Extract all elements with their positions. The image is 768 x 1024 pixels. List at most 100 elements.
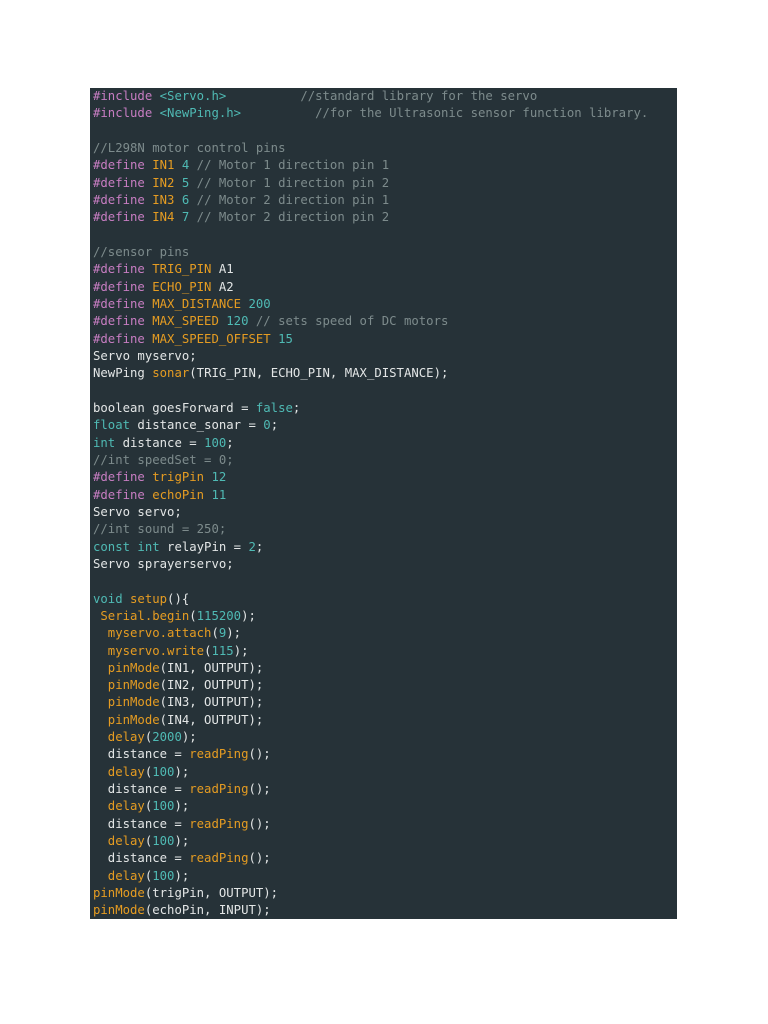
code-line: distance = readPing(); bbox=[93, 781, 677, 798]
code-token: (); bbox=[248, 782, 271, 797]
code-token: pinMode bbox=[93, 695, 160, 710]
code-line: myservo.write(115); bbox=[93, 643, 677, 660]
code-line: pinMode(echoPin, INPUT); bbox=[93, 902, 677, 919]
code-token: #define bbox=[93, 192, 153, 207]
code-token: //L298N motor control pins bbox=[93, 140, 286, 155]
code-line: #define IN1 4 // Motor 1 direction pin 1 bbox=[93, 157, 677, 174]
code-line: //L298N motor control pins bbox=[93, 140, 677, 157]
code-token: ); bbox=[174, 764, 190, 779]
code-token: (IN2, OUTPUT); bbox=[159, 678, 264, 693]
code-line: distance = readPing(); bbox=[93, 746, 677, 763]
code-token: 7 bbox=[174, 210, 190, 225]
code-token: pinMode bbox=[93, 678, 160, 693]
code-token: distance = bbox=[93, 747, 190, 762]
code-token: #define bbox=[93, 331, 153, 346]
code-token: //standard library for the servo bbox=[300, 89, 538, 103]
code-token: IN2 bbox=[152, 175, 175, 190]
code-token: 11 bbox=[204, 487, 227, 502]
code-token: //int speedSet = 0; bbox=[93, 452, 234, 467]
code-line: void setup(){ bbox=[93, 591, 677, 608]
code-token: 100 bbox=[152, 799, 175, 814]
code-token: readPing bbox=[189, 782, 249, 797]
code-token: ; bbox=[226, 435, 234, 450]
code-token: 115 bbox=[211, 643, 234, 658]
code-token: // sets speed of DC motors bbox=[248, 314, 449, 329]
code-line: distance = readPing(); bbox=[93, 850, 677, 867]
code-line: distance = readPing(); bbox=[93, 816, 677, 833]
code-line: const int relayPin = 2; bbox=[93, 539, 677, 556]
code-token: 15 bbox=[270, 331, 293, 346]
code-token: // Motor 2 direction pin 1 bbox=[189, 192, 390, 207]
code-line: //sensor pins bbox=[93, 244, 677, 261]
code-line: #define trigPin 12 bbox=[93, 469, 677, 486]
code-line: #define echoPin 11 bbox=[93, 487, 677, 504]
code-token: float bbox=[93, 418, 131, 433]
code-line: myservo.attach(9); bbox=[93, 625, 677, 642]
code-token: #define bbox=[93, 158, 153, 173]
code-token: 2 bbox=[248, 539, 256, 554]
code-line: #define ECHO_PIN A2 bbox=[93, 279, 677, 296]
code-token: ( bbox=[189, 608, 197, 623]
code-token: #define bbox=[93, 487, 153, 502]
code-token: #define bbox=[93, 296, 153, 311]
code-line: Servo myservo; bbox=[93, 348, 677, 365]
code-token: ); bbox=[241, 608, 256, 623]
code-line: #include <Servo.h> //standard library fo… bbox=[93, 88, 677, 105]
code-token: //for the Ultrasonic sensor function lib… bbox=[315, 106, 649, 121]
code-token: (trigPin, OUTPUT); bbox=[144, 886, 279, 901]
code-line: #define MAX_SPEED 120 // sets speed of D… bbox=[93, 313, 677, 330]
code-line: #define IN4 7 // Motor 2 direction pin 2 bbox=[93, 209, 677, 226]
code-token: false bbox=[255, 400, 293, 415]
code-token: distance = bbox=[93, 816, 190, 831]
code-token: (){ bbox=[167, 591, 190, 606]
code-token: // Motor 1 direction pin 2 bbox=[189, 175, 390, 190]
code-token: Servo servo; bbox=[93, 504, 182, 519]
code-token: ); bbox=[233, 643, 249, 658]
code-line: boolean goesForward = false; bbox=[93, 400, 677, 417]
code-line: pinMode(IN3, OUTPUT); bbox=[93, 694, 677, 711]
code-line: //int speedSet = 0; bbox=[93, 452, 677, 469]
code-token: MAX_DISTANCE bbox=[152, 296, 242, 311]
code-token: 2000 bbox=[152, 730, 182, 745]
code-token: (); bbox=[248, 851, 271, 866]
code-token: MAX_SPEED bbox=[152, 314, 219, 329]
code-token: #define bbox=[93, 262, 153, 277]
code-line: float distance_sonar = 0; bbox=[93, 417, 677, 434]
code-token: ; bbox=[255, 539, 264, 554]
code-token: boolean goesForward = bbox=[93, 400, 256, 415]
code-line: pinMode(IN1, OUTPUT); bbox=[93, 660, 677, 677]
code-token: distance = bbox=[93, 782, 190, 797]
code-token: pinMode bbox=[93, 712, 160, 727]
code-token: Serial.begin bbox=[93, 608, 190, 623]
code-token: pinMode bbox=[93, 886, 145, 901]
code-token: <NewPing.h> bbox=[159, 106, 242, 121]
code-line: #include <NewPing.h> //for the Ultrasoni… bbox=[93, 105, 677, 122]
code-line: pinMode(IN2, OUTPUT); bbox=[93, 677, 677, 694]
code-token: // Motor 2 direction pin 2 bbox=[189, 210, 390, 225]
code-token: const int bbox=[93, 539, 160, 554]
code-token: A2 bbox=[211, 279, 234, 294]
code-line: NewPing sonar(TRIG_PIN, ECHO_PIN, MAX_DI… bbox=[93, 365, 677, 382]
code-token: 200 bbox=[241, 296, 271, 311]
code-token: IN1 bbox=[152, 158, 175, 173]
code-token: Servo myservo; bbox=[93, 348, 197, 363]
code-token: setup bbox=[122, 591, 168, 606]
code-token: #define bbox=[93, 314, 153, 329]
code-line: #define IN2 5 // Motor 1 direction pin 2 bbox=[93, 175, 677, 192]
code-token: #include bbox=[93, 106, 160, 121]
code-token: IN4 bbox=[152, 210, 175, 225]
code-token: pinMode bbox=[93, 903, 145, 918]
code-token: trigPin bbox=[152, 470, 205, 485]
code-token: (); bbox=[248, 747, 271, 762]
code-line: Servo servo; bbox=[93, 504, 677, 521]
code-line: //int sound = 250; bbox=[93, 521, 677, 538]
code-token: // Motor 1 direction pin 1 bbox=[189, 158, 390, 173]
code-token: (IN4, OUTPUT); bbox=[159, 712, 264, 727]
code-token: 100 bbox=[152, 868, 175, 883]
code-token: 100 bbox=[152, 834, 175, 849]
code-line: delay(100); bbox=[93, 764, 677, 781]
code-token: distance_sonar = bbox=[130, 418, 264, 433]
code-line: delay(100); bbox=[93, 868, 677, 885]
code-token: //int sound = 250; bbox=[93, 522, 227, 537]
